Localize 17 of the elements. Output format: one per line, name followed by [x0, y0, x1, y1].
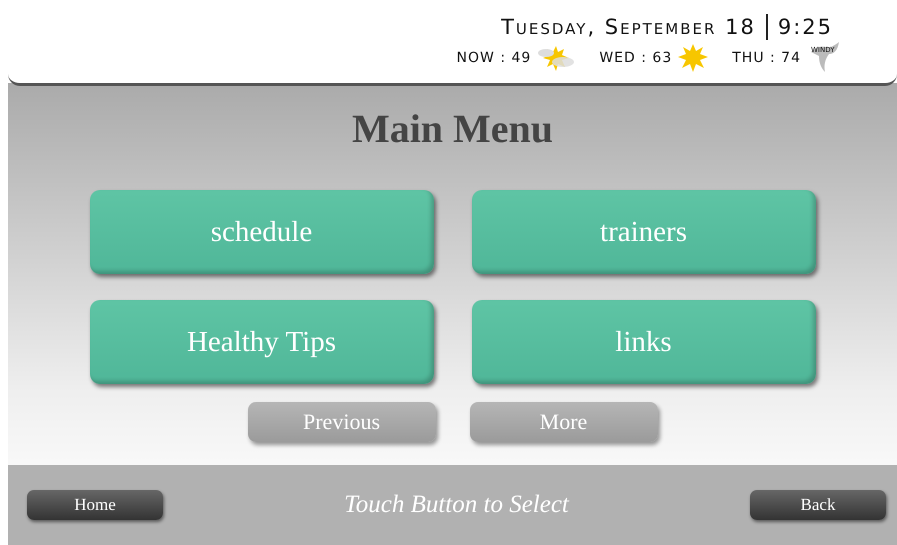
sun-cloud-icon	[537, 44, 576, 72]
back-button[interactable]: Back	[750, 490, 886, 520]
page-title: Main Menu	[352, 105, 554, 152]
forecast-text: NOW : 49	[456, 50, 532, 66]
menu-button[interactable]: links	[472, 300, 816, 384]
menu-button[interactable]: schedule	[90, 190, 434, 274]
paging-button[interactable]: Previous	[248, 402, 436, 442]
hint-text: Touch Button to Select	[344, 491, 569, 519]
paging-button[interactable]: More	[470, 402, 658, 442]
menu-button[interactable]: Healthy Tips	[90, 300, 434, 384]
menu-button[interactable]: trainers	[472, 190, 816, 274]
home-button[interactable]: Home	[27, 490, 163, 520]
forecast-text: WED : 63	[599, 50, 672, 66]
forecast-text: THU : 74	[732, 50, 801, 66]
time-text: 9:25	[778, 15, 833, 39]
date-text: Tuesday, September 18	[501, 15, 756, 39]
sun-icon	[678, 44, 708, 72]
